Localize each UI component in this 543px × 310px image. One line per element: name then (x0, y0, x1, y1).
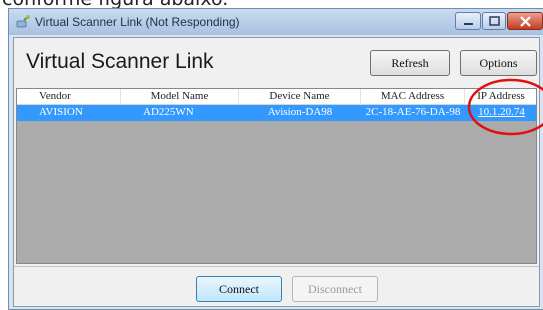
minimize-icon (464, 23, 473, 25)
cell-ip-address[interactable]: 10.1.20.74 (465, 105, 536, 121)
device-list[interactable]: Vendor Model Name Device Name MAC Addres… (16, 88, 537, 264)
column-header-device[interactable]: Device Name (239, 89, 361, 105)
cell-vendor: AVISION (39, 106, 83, 118)
cell-device: Avision-DA98 (267, 106, 333, 118)
app-window: Virtual Scanner Link (Not Responding) Vi… (8, 8, 543, 310)
close-icon (520, 16, 531, 27)
refresh-button[interactable]: Refresh (370, 50, 450, 76)
column-header-vendor[interactable]: Vendor (17, 89, 121, 105)
window-title: Virtual Scanner Link (Not Responding) (35, 15, 240, 29)
cell-model: AD225WN (143, 106, 194, 118)
close-button[interactable] (507, 12, 543, 30)
page-title: Virtual Scanner Link (26, 50, 214, 73)
column-header-ip[interactable]: IP Address (465, 89, 536, 105)
column-header-model[interactable]: Model Name (121, 89, 239, 105)
connect-button[interactable]: Connect (196, 276, 282, 302)
maximize-button[interactable] (482, 12, 506, 30)
options-button[interactable]: Options (460, 50, 537, 76)
client-area: Virtual Scanner Link Refresh Options Ven… (13, 37, 540, 307)
table-header: Vendor Model Name Device Name MAC Addres… (17, 89, 536, 105)
scanner-plug-icon (15, 14, 31, 30)
footer-divider (14, 266, 539, 267)
cell-mac: 2C-18-AE-76-DA-98 (365, 106, 461, 118)
table-row-selected[interactable]: AVISION AD225WN Avision-DA98 2C-18-AE-76… (17, 105, 536, 121)
minimize-button[interactable] (455, 12, 481, 30)
title-bar[interactable]: Virtual Scanner Link (Not Responding) (9, 9, 543, 35)
maximize-icon (489, 16, 500, 26)
column-header-mac[interactable]: MAC Address (361, 89, 465, 105)
disconnect-button: Disconnect (292, 276, 378, 302)
